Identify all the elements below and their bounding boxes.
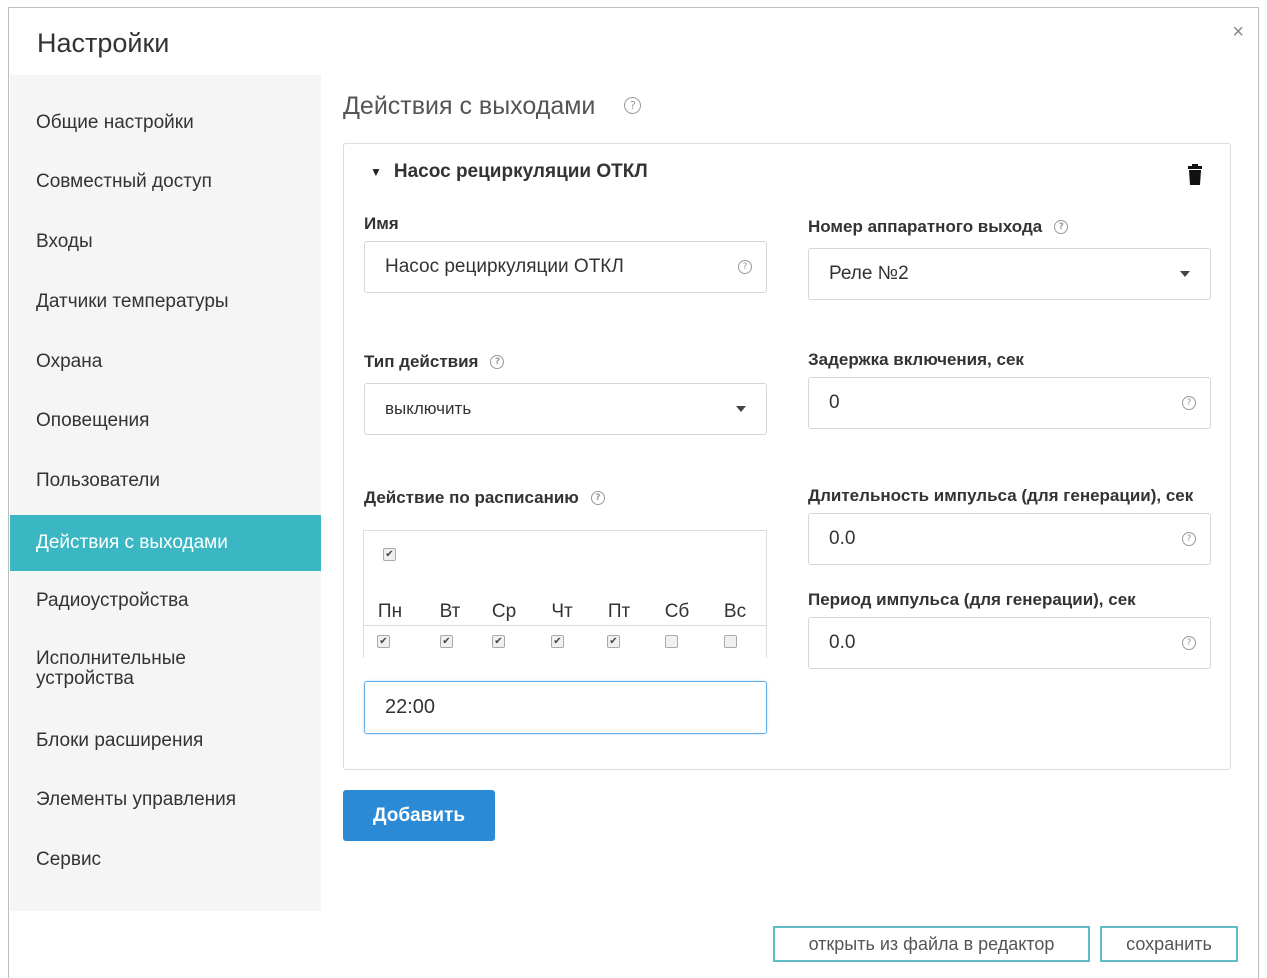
chevron-down-icon (1180, 271, 1190, 277)
sidebar: Общие настройки Совместный доступ Входы … (10, 75, 321, 911)
pulse-period-value: 0.0 (829, 632, 856, 653)
divider (364, 625, 766, 626)
hardware-output-select[interactable]: Реле №2 (808, 248, 1211, 300)
day-label-wed: Ср (491, 601, 517, 622)
action-type-label-text: Тип действия (364, 352, 479, 371)
close-icon[interactable]: × (1232, 22, 1244, 42)
day-checkbox-tue[interactable]: ✔ (440, 635, 453, 648)
page-title-text: Действия с выходами (343, 92, 596, 120)
sidebar-item-users[interactable]: Пользователи (10, 453, 321, 509)
panel-header-title: Насос рециркуляции ОТКЛ (393, 161, 648, 182)
help-icon[interactable]: ? (1054, 220, 1069, 234)
day-checkbox-mon[interactable]: ✔ (377, 635, 390, 648)
output-action-panel: ▼ Насос рециркуляции ОТКЛ Имя Насос реци… (343, 143, 1231, 770)
sidebar-item-temperature-sensors[interactable]: Датчики температуры (10, 274, 321, 330)
help-icon[interactable]: ? (490, 355, 505, 369)
day-checkbox-sat[interactable] (665, 635, 678, 648)
schedule-enabled-checkbox[interactable]: ✔ (383, 548, 396, 561)
schedule-time-input[interactable]: 22:00 (364, 681, 767, 734)
name-label: Имя (364, 214, 399, 234)
name-label-text: Имя (364, 214, 399, 233)
name-value: Насос рециркуляции ОТКЛ (385, 256, 624, 277)
action-type-label: Тип действия ? (364, 352, 505, 372)
save-button[interactable]: сохранить (1100, 926, 1238, 962)
schedule-box: ✔ Пн Вт Ср Чт Пт Сб Вс ✔ ✔ ✔ ✔ ✔ (363, 530, 767, 658)
help-icon[interactable]: ? (738, 260, 752, 274)
hardware-output-label-text: Номер аппаратного выхода (808, 217, 1043, 236)
sidebar-item-radio-devices[interactable]: Радиоустройства (10, 573, 321, 629)
help-icon[interactable]: ? (1182, 396, 1196, 410)
day-label-mon: Пн (377, 601, 403, 622)
delay-label: Задержка включения, сек (808, 350, 1024, 370)
sidebar-item-controls[interactable]: Элементы управления (10, 772, 321, 828)
chevron-down-icon (736, 406, 746, 412)
help-icon[interactable]: ? (1182, 532, 1196, 546)
add-button[interactable]: Добавить (343, 790, 495, 841)
day-label-sun: Вс (723, 601, 747, 622)
pulse-duration-input[interactable]: 0.0 ? (808, 513, 1211, 565)
delay-input[interactable]: 0 ? (808, 377, 1211, 429)
page-title: Действия с выходами ? (343, 92, 642, 121)
pulse-period-input[interactable]: 0.0 ? (808, 617, 1211, 669)
day-label-fri: Пт (607, 601, 631, 622)
name-input[interactable]: Насос рециркуляции ОТКЛ ? (364, 241, 767, 293)
pulse-period-label-text: Период импульса (для генерации), сек (808, 590, 1136, 609)
pulse-duration-label: Длительность импульса (для генерации), с… (808, 486, 1193, 506)
pulse-duration-value: 0.0 (829, 528, 856, 549)
schedule-label: Действие по расписанию ? (364, 488, 605, 508)
sidebar-item-output-actions[interactable]: Действия с выходами (10, 515, 321, 571)
delay-value: 0 (829, 392, 840, 413)
pulse-duration-label-text: Длительность импульса (для генерации), с… (808, 486, 1194, 505)
help-icon[interactable]: ? (590, 491, 605, 505)
day-checkbox-fri[interactable]: ✔ (607, 635, 620, 648)
sidebar-item-notifications[interactable]: Оповещения (10, 393, 321, 449)
sidebar-item-shared-access[interactable]: Совместный доступ (10, 154, 321, 210)
hardware-output-value: Реле №2 (829, 263, 909, 284)
hardware-output-label: Номер аппаратного выхода ? (808, 217, 1069, 237)
help-icon[interactable]: ? (624, 96, 642, 114)
sidebar-item-general[interactable]: Общие настройки (10, 95, 321, 151)
day-label-sat: Сб (664, 601, 690, 622)
day-checkbox-sun[interactable] (724, 635, 737, 648)
help-icon[interactable]: ? (1182, 636, 1196, 650)
trash-icon[interactable] (1187, 164, 1203, 185)
delay-label-text: Задержка включения, сек (808, 350, 1024, 369)
panel-header[interactable]: ▼ Насос рециркуляции ОТКЛ (370, 161, 648, 183)
action-type-value: выключить (385, 399, 472, 418)
sidebar-item-expansion-units[interactable]: Блоки расширения (10, 713, 321, 769)
action-type-select[interactable]: выключить (364, 383, 767, 435)
sidebar-item-actuators[interactable]: Исполнительные устройства (10, 641, 250, 697)
schedule-label-text: Действие по расписанию (364, 488, 579, 507)
sidebar-item-inputs[interactable]: Входы (10, 214, 321, 270)
dialog-title: Настройки (37, 28, 170, 58)
sidebar-item-security[interactable]: Охрана (10, 334, 321, 390)
day-label-thu: Чт (551, 601, 573, 622)
open-file-button[interactable]: открыть из файла в редактор (773, 926, 1090, 962)
day-label-tue: Вт (439, 601, 461, 622)
pulse-period-label: Период импульса (для генерации), сек (808, 590, 1136, 610)
sidebar-item-service[interactable]: Сервис (10, 832, 321, 888)
day-checkbox-wed[interactable]: ✔ (492, 635, 505, 648)
schedule-time-value: 22:00 (385, 696, 436, 718)
day-checkbox-thu[interactable]: ✔ (551, 635, 564, 648)
caret-down-icon[interactable]: ▼ (370, 165, 382, 179)
